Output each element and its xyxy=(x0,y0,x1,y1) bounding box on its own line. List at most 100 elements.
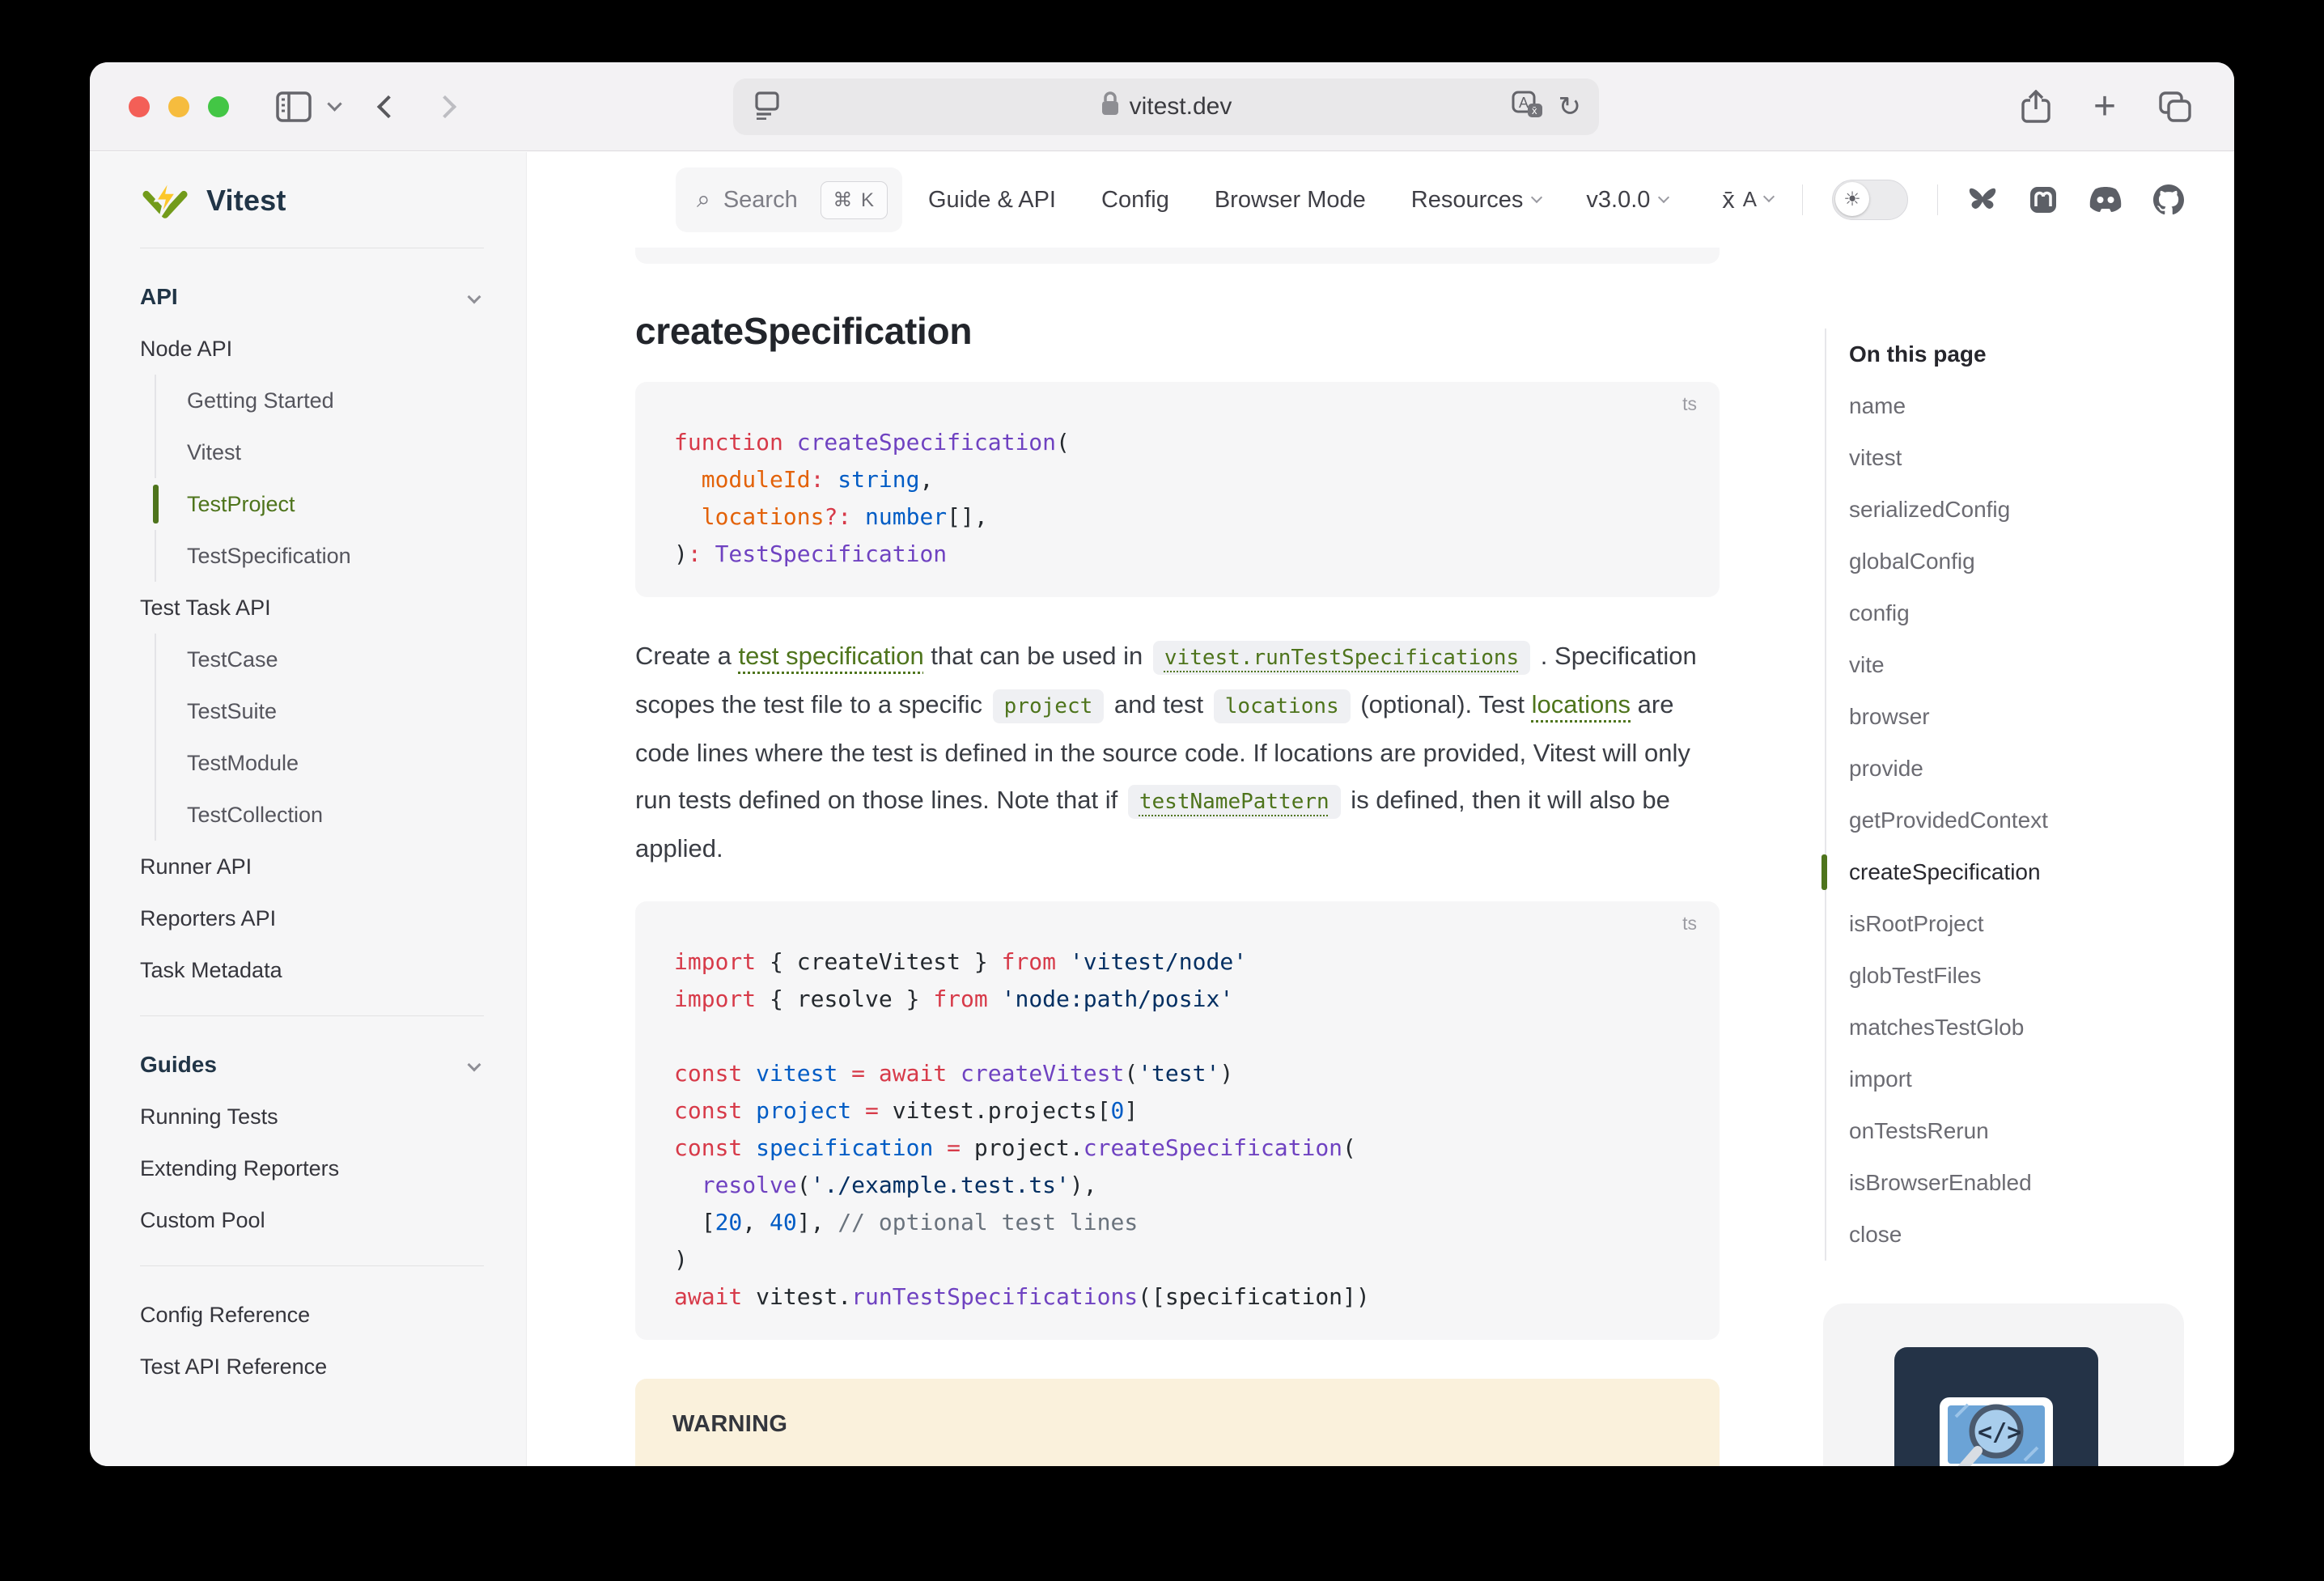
outline-item-createspecification[interactable]: createSpecification xyxy=(1849,846,2205,898)
doc-article: createSpecification ts function createSp… xyxy=(635,248,1720,1466)
sidebar-item-custom-pool[interactable]: Custom Pool xyxy=(140,1194,484,1246)
address-bar[interactable]: vitest.dev Ax̄ ↻ xyxy=(733,78,1599,135)
code-line: const vitest = await createVitest('test'… xyxy=(674,1055,1681,1092)
tab-overview-icon[interactable] xyxy=(2158,91,2192,123)
outline-item-ontestsrerun[interactable]: onTestsRerun xyxy=(1849,1105,2205,1157)
sidebar-item-testmodule[interactable]: TestModule xyxy=(155,737,484,789)
sidebar-item-runner-api[interactable]: Runner API xyxy=(140,841,484,892)
sidebar-item-task-metadata[interactable]: Task Metadata xyxy=(140,944,484,996)
warning-title: WARNING xyxy=(672,1411,1682,1438)
sidebar-item-vitest[interactable]: Vitest xyxy=(155,426,484,478)
sponsor-card[interactable]: </> xyxy=(1823,1303,2184,1466)
outline-item-close[interactable]: close xyxy=(1849,1209,2205,1261)
forward-button[interactable] xyxy=(437,99,453,115)
logo[interactable]: Vitest xyxy=(140,173,484,228)
code-line: const specification = project.createSpec… xyxy=(674,1130,1681,1167)
back-button[interactable] xyxy=(380,99,397,115)
code-line: await vitest.runTestSpecifications([spec… xyxy=(674,1278,1681,1316)
sidebar-item-testsuite[interactable]: TestSuite xyxy=(155,685,484,737)
code-language-label: ts xyxy=(1682,913,1697,935)
close-window-button[interactable] xyxy=(129,96,150,117)
sidebar-item-reporters-api[interactable]: Reporters API xyxy=(140,892,484,944)
warning-body: createSpecification expects resolved mod… xyxy=(672,1460,1682,1466)
share-icon[interactable] xyxy=(2021,90,2051,124)
theme-toggle[interactable]: ☀ xyxy=(1832,180,1908,220)
outline-item-browser[interactable]: browser xyxy=(1849,691,2205,743)
sidebar-section-guides[interactable]: Guides xyxy=(140,1039,484,1091)
sidebar-item-testcollection[interactable]: TestCollection xyxy=(155,789,484,841)
outline-item-name[interactable]: name xyxy=(1849,380,2205,432)
bluesky-icon[interactable] xyxy=(1967,186,1998,214)
site-header: ⌕ Search ⌘ K Guide & API Config Browser Mo… xyxy=(527,152,2234,248)
sidebar-item-test-api-reference[interactable]: Test API Reference xyxy=(140,1341,484,1392)
sidebar-item-node-api[interactable]: Node API xyxy=(140,323,484,375)
minimize-window-button[interactable] xyxy=(168,96,189,117)
nav-item-resources[interactable]: Resources xyxy=(1411,187,1542,214)
code-line: ) xyxy=(674,1241,1681,1278)
chevron-down-icon[interactable] xyxy=(327,96,341,111)
outline-item-getprovidedcontext[interactable]: getProvidedContext xyxy=(1849,795,2205,846)
sidebar-item-test-task-api[interactable]: Test Task API xyxy=(140,582,484,634)
sidebar-item-running-tests[interactable]: Running Tests xyxy=(140,1091,484,1142)
outline-item-vite[interactable]: vite xyxy=(1849,639,2205,691)
sidebar-item-getting-started[interactable]: Getting Started xyxy=(155,375,484,426)
outline-item-serializedconfig[interactable]: serializedConfig xyxy=(1849,484,2205,536)
code-line: [20, 40], // optional test lines xyxy=(674,1204,1681,1241)
outline-item-provide[interactable]: provide xyxy=(1849,743,2205,795)
nav-item-guide-api[interactable]: Guide & API xyxy=(928,187,1056,214)
outline-item-import[interactable]: import xyxy=(1849,1053,2205,1105)
sidebar-item-extending-reporters[interactable]: Extending Reporters xyxy=(140,1142,484,1194)
outline-item-config[interactable]: config xyxy=(1849,587,2205,639)
sidebar-item-config-reference[interactable]: Config Reference xyxy=(140,1289,484,1341)
sidebar-toggle-icon[interactable] xyxy=(276,91,312,122)
new-tab-button[interactable]: + xyxy=(2093,87,2116,126)
code-span: project xyxy=(993,689,1105,723)
nav-item-browser-mode[interactable]: Browser Mode xyxy=(1215,187,1366,214)
outline-item-isbrowserenabled[interactable]: isBrowserEnabled xyxy=(1849,1157,2205,1209)
sidebar: Vitest APINode APIGetting StartedVitestT… xyxy=(90,152,527,1466)
doc-link[interactable]: test specification xyxy=(739,642,924,670)
warning-callout: WARNING createSpecification expects reso… xyxy=(635,1379,1720,1466)
sidebar-item-testspecification[interactable]: TestSpecification xyxy=(155,530,484,582)
code-line xyxy=(674,1018,1681,1055)
outline-item-matchestestglob[interactable]: matchesTestGlob xyxy=(1849,1002,2205,1053)
sidebar-item-testproject[interactable]: TestProject xyxy=(155,478,484,530)
language-icon[interactable]: x̄A xyxy=(1722,185,1773,214)
chevron-down-icon xyxy=(1658,192,1669,203)
code-lines: function createSpecification( moduleId: … xyxy=(674,424,1681,573)
mastodon-icon[interactable] xyxy=(2029,185,2058,214)
code-language-label: ts xyxy=(1682,393,1697,415)
outline-list: namevitestserializedConfigglobalConfigco… xyxy=(1849,380,2205,1261)
code-line: moduleId: string, xyxy=(674,461,1681,498)
sidebar-section-api[interactable]: API xyxy=(140,271,484,323)
code-span: locations xyxy=(1214,689,1351,723)
nav-item-config[interactable]: Config xyxy=(1101,187,1169,214)
zoom-window-button[interactable] xyxy=(208,96,229,117)
sidebar-item-testcase[interactable]: TestCase xyxy=(155,634,484,685)
doc-link[interactable]: locations xyxy=(1532,690,1631,718)
search-shortcut-badge: ⌘ K xyxy=(821,181,888,219)
nav-item-v3-0-0[interactable]: v3.0.0 xyxy=(1586,187,1668,214)
sidebar-divider xyxy=(140,1015,484,1016)
url-text: vitest.dev xyxy=(1130,93,1232,121)
browser-chrome: vitest.dev Ax̄ ↻ + xyxy=(90,62,2234,151)
outline-item-vitest[interactable]: vitest xyxy=(1849,432,2205,484)
code-link[interactable]: testNamePattern xyxy=(1128,785,1341,819)
code-line: ): TestSpecification xyxy=(674,536,1681,573)
code-link[interactable]: vitest.runTestSpecifications xyxy=(1153,641,1530,675)
search-button[interactable]: ⌕ Search ⌘ K xyxy=(676,167,902,232)
window-controls xyxy=(129,96,229,117)
github-icon[interactable] xyxy=(2153,184,2184,215)
outline-item-globalconfig[interactable]: globalConfig xyxy=(1849,536,2205,587)
outline-item-globtestfiles[interactable]: globTestFiles xyxy=(1849,950,2205,1002)
discord-icon[interactable] xyxy=(2089,186,2123,214)
outline-item-isrootproject[interactable]: isRootProject xyxy=(1849,898,2205,950)
divider xyxy=(1802,184,1803,215)
chevron-down-icon xyxy=(468,290,481,304)
search-label: Search xyxy=(723,187,798,214)
sun-icon: ☀ xyxy=(1835,182,1869,216)
search-icon: ⌕ xyxy=(697,186,710,214)
code-search-monitor-illustration: </> xyxy=(1894,1347,2098,1466)
outline-title: On this page xyxy=(1849,328,2205,380)
code-line: function createSpecification( xyxy=(674,424,1681,461)
